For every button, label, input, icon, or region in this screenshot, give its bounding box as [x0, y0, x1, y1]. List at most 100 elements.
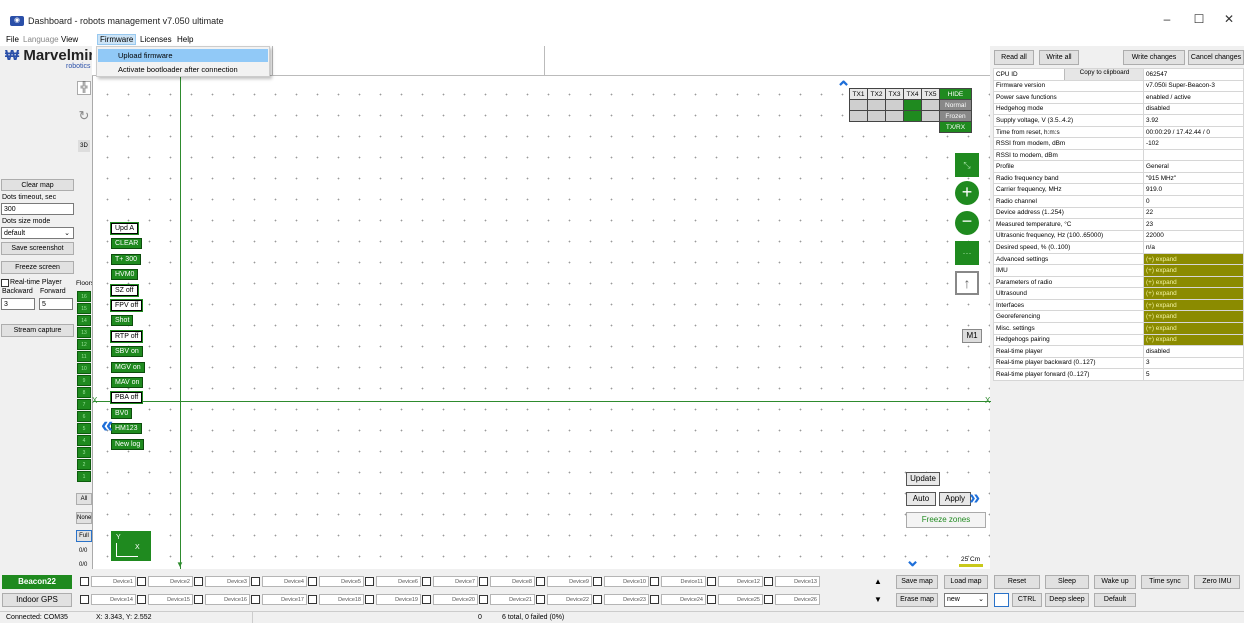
device-label[interactable]: Device11 [661, 576, 706, 587]
beacon-button[interactable]: Beacon22 [2, 575, 72, 589]
device-checkbox[interactable] [650, 577, 659, 586]
device-label[interactable]: Device13 [775, 576, 820, 587]
map-toggle-button[interactable]: HVM0 [111, 269, 139, 281]
save-screenshot-button[interactable]: Save screenshot [1, 242, 74, 255]
tx-header-cell[interactable]: TX4 [903, 88, 922, 100]
device-label[interactable]: Device21 [490, 594, 535, 605]
copy-clipboard-button[interactable]: Copy to clipboard [1064, 69, 1143, 80]
crosshair-icon[interactable]: ╬ [77, 81, 91, 95]
parameter-value[interactable]: (+) expand [1143, 275, 1244, 289]
map-toggle-button[interactable]: PBA off [109, 391, 144, 405]
tx-header-cell[interactable]: TX5 [921, 88, 940, 100]
frozen-button[interactable]: Frozen [939, 110, 972, 122]
arrow-up-icon[interactable]: ↑ [955, 271, 979, 295]
device-label[interactable]: Device23 [604, 594, 649, 605]
parameter-value[interactable]: (+) expand [1143, 322, 1244, 335]
parameter-value[interactable]: (+) expand [1143, 264, 1244, 277]
floor-item[interactable]: 1 [77, 471, 91, 482]
device-label[interactable]: Device17 [262, 594, 307, 605]
backward-input[interactable]: 3 [1, 298, 35, 310]
zoom-in-icon[interactable]: + [955, 181, 979, 205]
device-checkbox[interactable] [251, 577, 260, 586]
device-checkbox[interactable] [764, 595, 773, 604]
device-label[interactable]: Device24 [661, 594, 706, 605]
device-label[interactable]: Device1 [91, 576, 136, 587]
parameter-value[interactable]: -102 [1143, 137, 1244, 150]
3d-mode-button[interactable]: 3D [78, 140, 90, 152]
sleep-button[interactable]: Sleep [1045, 575, 1089, 589]
parameter-value[interactable]: 3.92 [1143, 114, 1244, 127]
expand-right-icon[interactable]: » [969, 487, 980, 510]
parameter-value[interactable]: (+) expand [1143, 252, 1244, 266]
device-checkbox[interactable] [251, 595, 260, 604]
deep-sleep-button[interactable]: Deep sleep [1045, 593, 1089, 607]
device-label[interactable]: Device15 [148, 594, 193, 605]
erase-map-button[interactable]: Erase map [896, 593, 938, 607]
device-label[interactable]: Device25 [718, 594, 763, 605]
device-checkbox[interactable] [422, 577, 431, 586]
floor-item[interactable]: 12 [77, 339, 91, 350]
map-toggle-button[interactable]: MGV on [111, 361, 145, 373]
realtime-player-checkbox[interactable] [1, 279, 9, 287]
indoor-gps-button[interactable]: Indoor GPS [2, 593, 72, 607]
parameter-value[interactable]: disabled [1143, 345, 1244, 358]
zoom-out-icon[interactable]: − [955, 211, 979, 235]
device-checkbox[interactable] [365, 577, 374, 586]
parameter-value[interactable]: (+) expand [1143, 333, 1244, 347]
floor-item[interactable]: 16 [77, 291, 91, 302]
device-label[interactable]: Device10 [604, 576, 649, 587]
clear-map-button[interactable]: Clear map [1, 179, 74, 191]
map-toggle-button[interactable]: Shot [111, 315, 134, 327]
device-label[interactable]: Device4 [262, 576, 307, 587]
device-label[interactable]: Device14 [91, 594, 136, 605]
map-toggle-button[interactable]: SBV on [111, 346, 143, 358]
menu-view[interactable]: View [61, 35, 78, 44]
dots-timeout-input[interactable]: 300 [1, 203, 74, 215]
map-canvas[interactable]: ▼ ▼ X X Upd ACLEART+ 300HVM0SZ offFPV of… [92, 70, 991, 570]
read-all-button[interactable]: Read all [994, 50, 1034, 65]
device-label[interactable]: Device16 [205, 594, 250, 605]
freeze-zones-button[interactable]: Freeze zones [906, 512, 986, 528]
load-map-button[interactable]: Load map [944, 575, 988, 589]
hide-button[interactable]: HIDE [939, 88, 972, 100]
map-toggle-button[interactable]: Upd A [109, 222, 140, 235]
save-map-button[interactable]: Save map [896, 575, 938, 589]
normal-button[interactable]: Normal [939, 99, 972, 111]
device-checkbox[interactable] [764, 577, 773, 586]
cancel-changes-button[interactable]: Cancel changes [1188, 50, 1244, 65]
tx-header-cell[interactable]: TX2 [867, 88, 886, 100]
floor-item[interactable]: 3 [77, 447, 91, 458]
floor-item[interactable]: 13 [77, 327, 91, 338]
full-button[interactable]: Full [76, 530, 92, 542]
txrx-button[interactable]: TX/RX [939, 121, 972, 133]
tx-header-cell[interactable]: TX1 [849, 88, 868, 100]
device-label[interactable]: Device12 [718, 576, 763, 587]
forward-input[interactable]: 5 [39, 298, 73, 310]
parameter-value[interactable]: 0 [1143, 195, 1244, 208]
update-button[interactable]: Update [906, 472, 940, 486]
menu-item-upload-firmware[interactable]: Upload firmware [98, 49, 268, 62]
device-checkbox[interactable] [707, 577, 716, 586]
map-toggle-button[interactable]: RTP off [109, 329, 144, 343]
device-checkbox[interactable] [593, 595, 602, 604]
device-checkbox[interactable] [308, 595, 317, 604]
dots-size-select[interactable]: default ⌄ [1, 227, 74, 239]
floor-item[interactable]: 15 [77, 303, 91, 314]
device-label[interactable]: Device7 [433, 576, 478, 587]
tx-header-cell[interactable]: TX3 [885, 88, 904, 100]
device-checkbox[interactable] [194, 595, 203, 604]
default-button[interactable]: Default [1094, 593, 1136, 607]
device-checkbox[interactable] [536, 595, 545, 604]
grid-toggle-icon[interactable]: ⋯ [955, 241, 979, 265]
parameter-value[interactable]: 22000 [1143, 229, 1244, 243]
device-checkbox[interactable] [422, 595, 431, 604]
device-label[interactable]: Device19 [376, 594, 421, 605]
floor-item[interactable]: 2 [77, 459, 91, 470]
menu-file[interactable]: File [6, 35, 19, 44]
parameter-value[interactable]: 00:00:29 / 17.42.44 / 0 [1143, 125, 1244, 139]
device-checkbox[interactable] [479, 577, 488, 586]
menu-firmware[interactable]: Firmware [97, 34, 137, 45]
device-label[interactable]: Device5 [319, 576, 364, 587]
device-checkbox[interactable] [308, 577, 317, 586]
ctrl-button[interactable]: CTRL [1012, 593, 1042, 607]
